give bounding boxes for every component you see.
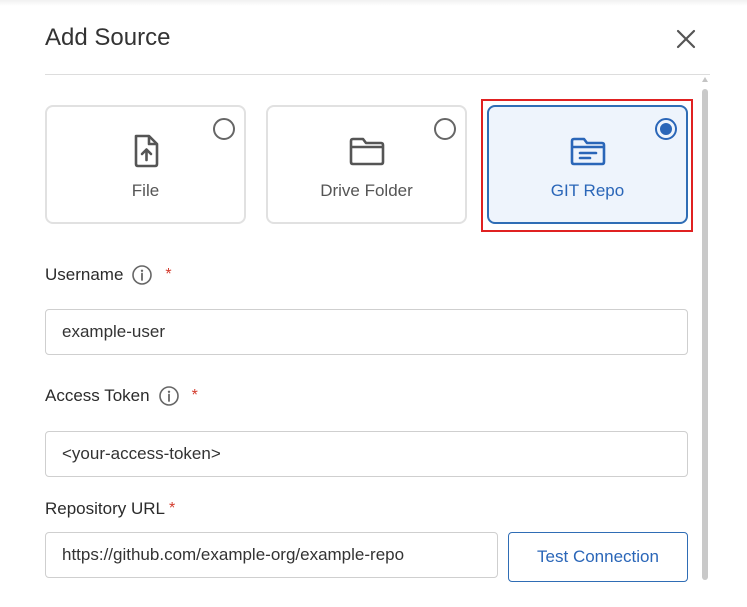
close-button[interactable]	[670, 23, 702, 55]
source-option-git-repo[interactable]: GIT Repo	[487, 105, 688, 224]
repository-url-label-row: Repository URL *	[45, 499, 175, 519]
dialog-title: Add Source	[45, 24, 171, 51]
repository-url-input[interactable]: https://github.com/example-org/example-r…	[45, 532, 498, 578]
test-connection-button[interactable]: Test Connection	[508, 532, 688, 582]
top-shadow	[0, 0, 747, 6]
source-option-label: File	[131, 181, 160, 200]
radio-button-selected[interactable]	[655, 118, 677, 140]
add-source-dialog: Add Source File Drive Folder GIT Repo Us…	[0, 0, 747, 607]
scroll-thumb[interactable]	[702, 89, 708, 580]
required-indicator: *	[165, 266, 172, 283]
scrollbar[interactable]	[700, 77, 710, 582]
username-label: Username	[45, 265, 124, 284]
scroll-up-arrow[interactable]	[702, 77, 708, 82]
required-indicator: *	[191, 387, 198, 404]
radio-button[interactable]	[213, 118, 235, 140]
source-option-drive-folder[interactable]: Drive Folder	[266, 105, 467, 224]
folder-icon	[349, 137, 384, 166]
access-token-input[interactable]: <your-access-token>	[45, 431, 688, 477]
source-option-label: GIT Repo	[550, 181, 625, 200]
repository-url-label: Repository URL	[45, 499, 165, 518]
source-option-label: Drive Folder	[320, 181, 413, 200]
info-icon[interactable]	[131, 264, 153, 286]
username-label-row: Username *	[45, 264, 172, 286]
username-input[interactable]: example-user	[45, 309, 688, 355]
required-indicator: *	[169, 500, 176, 517]
info-icon[interactable]	[158, 385, 180, 407]
file-upload-icon	[134, 134, 158, 168]
source-option-file[interactable]: File	[45, 105, 246, 224]
repo-folder-icon	[570, 137, 605, 166]
access-token-label-row: Access Token *	[45, 385, 198, 407]
header-divider	[45, 74, 710, 75]
access-token-label: Access Token	[45, 386, 150, 405]
close-icon	[676, 29, 696, 49]
radio-button[interactable]	[434, 118, 456, 140]
